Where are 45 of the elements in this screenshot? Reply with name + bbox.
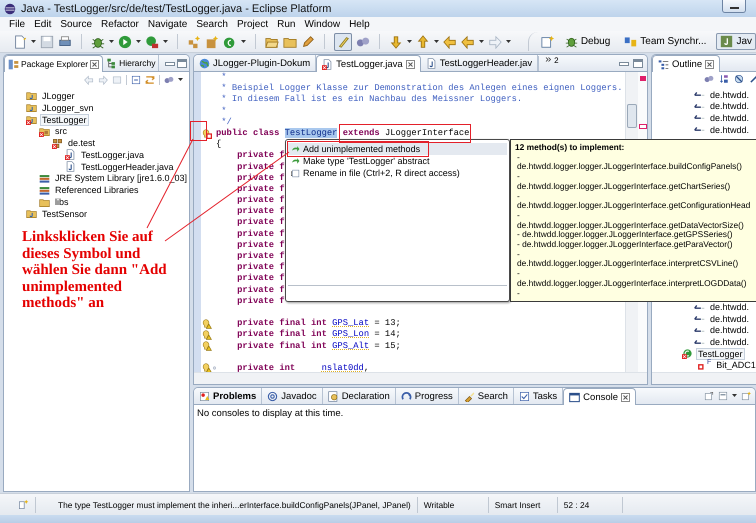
- annotation-text: Linksklicken Sie auf dieses Symbol und wählen Sie dann "Add unimplemented methods" an: [22, 229, 168, 312]
- method-line: - de.htwdd.logger.logger.JLoggerInterface.getGPSSeries(): [516, 230, 733, 240]
- code-line: {: [216, 139, 222, 150]
- code-line: private f: [236, 184, 285, 196]
- code-line: *: [220, 72, 227, 84]
- status-message: The type TestLogger must implement the inheri...erInterface.buildConfigPanels(JPanel, JPanel): [58, 500, 411, 510]
- cursor-position: 52 : 24: [564, 500, 590, 510]
- method-line: -: [516, 210, 520, 221]
- method-line: de.htwdd.logger.logger.JLoggerInterface.interpretLOGDData(): [516, 278, 748, 289]
- code-line: private f: [236, 217, 285, 229]
- method-line: - de.htwdd.logger.logger.JLoggerInterface.getParaVector(): [516, 240, 734, 250]
- code-line: *: [220, 106, 227, 117]
- window-title: Java - TestLogger/src/de/test/TestLogger.java - Eclipse Platform: [21, 2, 332, 14]
- method-line: -: [516, 269, 521, 279]
- method-line: -: [516, 172, 521, 182]
- code-line: private f: [236, 228, 285, 240]
- hover-title: 12 method(s) to implement:: [515, 143, 626, 153]
- console-message: No consoles to display at this time.: [196, 407, 344, 421]
- code-line: private f: [236, 262, 285, 274]
- method-line: de.htwdd.logger.logger.JLoggerInterface.interpretCSVLine(): [516, 259, 740, 270]
- method-line: -: [516, 250, 521, 260]
- method-line: -: [516, 288, 520, 298]
- method-line: -: [516, 152, 521, 162]
- method-line: de.htwdd.logger.logger.JLoggerInterface.getChartSeries(): [516, 182, 732, 192]
- code-line: private f: [236, 251, 285, 262]
- code-line: * In diesem Fall ist es ein Nachbau des Meissner Loggers.: [220, 94, 522, 106]
- method-line: de.htwdd.logger.logger.JLoggerInterface.getConfigurationHead: [516, 201, 752, 211]
- method-line: de.htwdd.logger.logger.JLoggerInterface.buildConfigPanels(): [516, 162, 743, 172]
- code-line: private f: [236, 206, 285, 218]
- code-line: private int nslat0dd,: [236, 362, 370, 372]
- method-line: -: [516, 192, 520, 202]
- code-line: private f: [236, 240, 285, 251]
- code-line: private final int GPS_Lon = 14;: [236, 329, 401, 340]
- code-line: private f: [236, 273, 285, 285]
- insert-mode: Smart Insert: [494, 500, 540, 510]
- code-line: private f: [236, 296, 285, 307]
- status-mode: Writable: [424, 500, 454, 510]
- code-line: */: [220, 116, 232, 128]
- code-line: public class TestLogger extends JLoggerInterface: [216, 128, 470, 140]
- method-line: de.htwdd.logger.logger.JLoggerInterface.getDataVectorSize(): [516, 220, 745, 230]
- code-line: private final int GPS_Lat = 13;: [236, 318, 401, 330]
- code-line: private f: [236, 284, 285, 296]
- code-line: * Beispiel Logger Klasse zur Demonstration des Anlegen eines eignen Loggers.: [220, 83, 622, 94]
- code-line: private f: [236, 195, 285, 206]
- code-line: private final int GPS_Alt = 15;: [236, 340, 401, 352]
